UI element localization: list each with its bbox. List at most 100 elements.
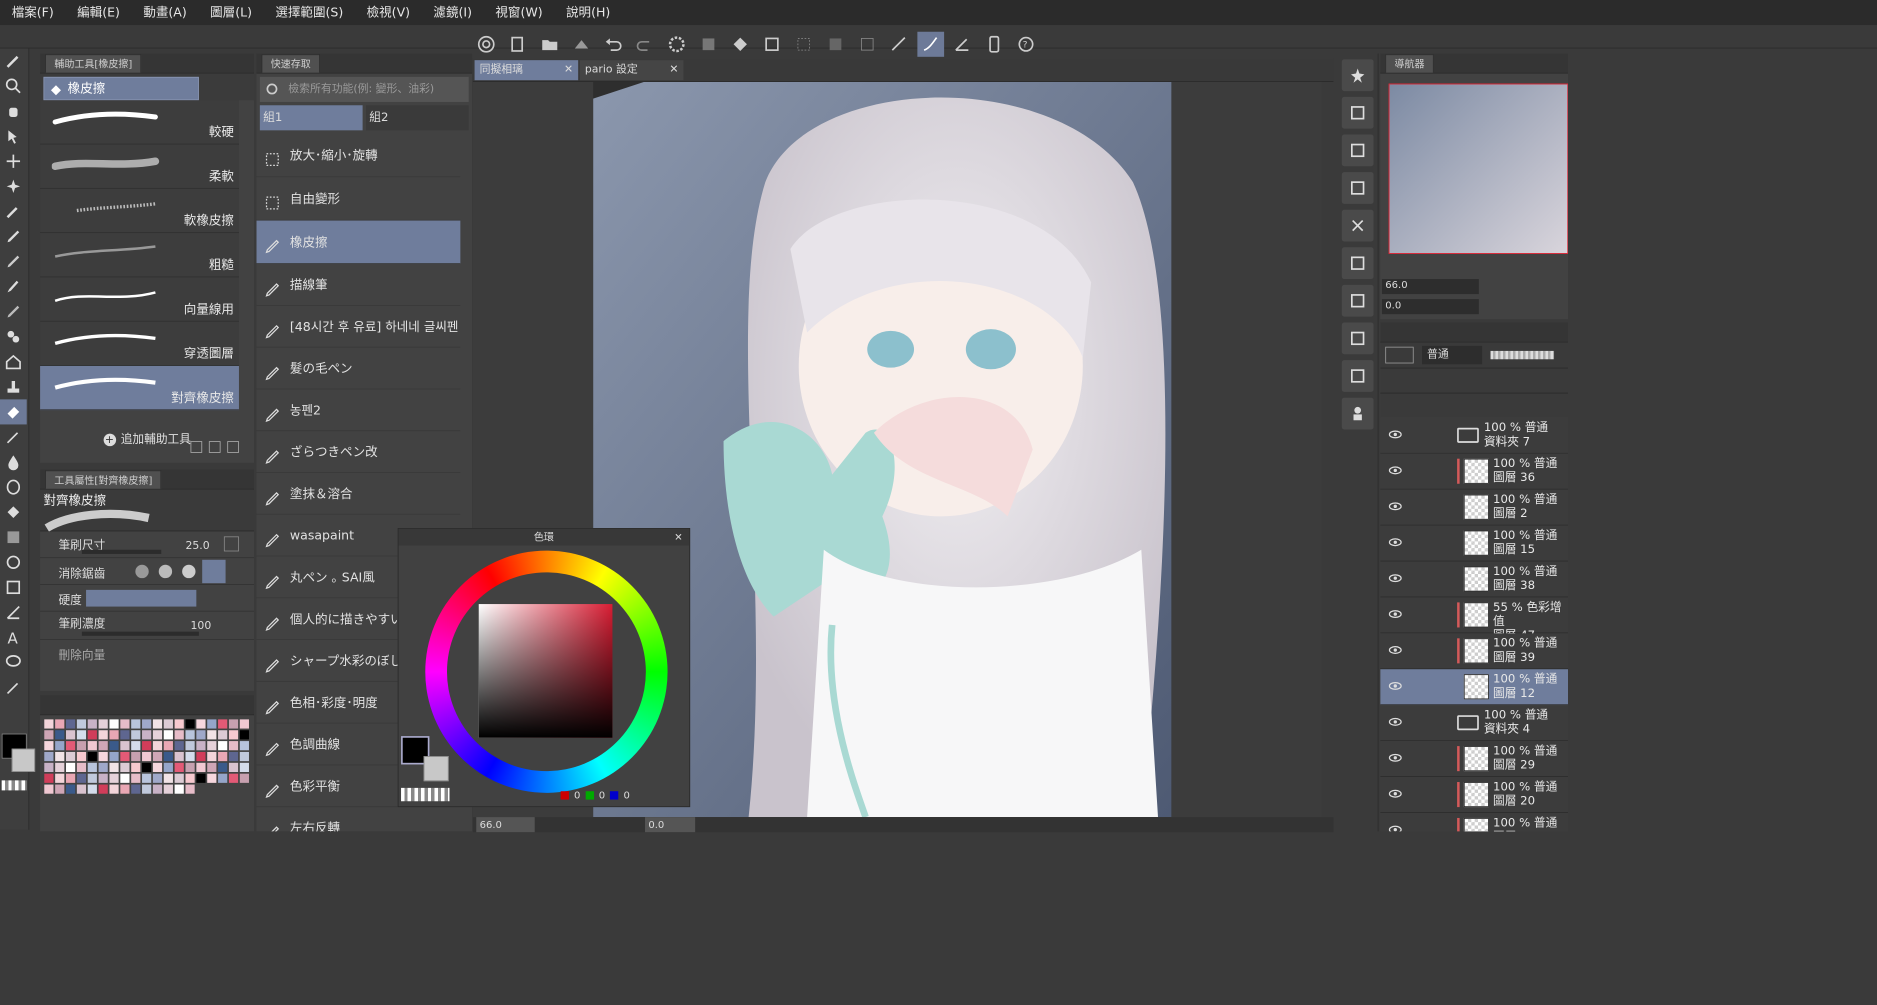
brush-item-rough[interactable]: 粗糙 (40, 233, 239, 278)
clear-icon[interactable] (695, 32, 722, 57)
color-swatch[interactable] (228, 719, 239, 729)
grid-icon[interactable] (1341, 96, 1374, 129)
eye-icon[interactable] (1388, 789, 1402, 799)
eye-icon[interactable] (1388, 429, 1402, 439)
color-swatch[interactable] (163, 751, 173, 762)
close-layer-icon[interactable] (1341, 209, 1374, 242)
color-swatch[interactable] (239, 762, 249, 773)
loading-icon[interactable] (663, 32, 690, 57)
airbrush-icon[interactable] (0, 299, 27, 324)
color-swatch[interactable] (196, 762, 206, 773)
doc-tab-2[interactable]: pario 設定 ✕ (579, 60, 684, 81)
color-swatch[interactable] (185, 762, 195, 773)
color-swatch[interactable] (218, 751, 228, 762)
sub-tool-group[interactable]: 橡皮擦 (43, 76, 199, 101)
color-swatch[interactable] (66, 784, 76, 794)
close-icon[interactable]: ✕ (669, 60, 678, 80)
save-icon[interactable] (568, 32, 595, 57)
eye-icon[interactable] (1388, 537, 1402, 547)
help-icon[interactable]: ? (1013, 32, 1040, 57)
eyedropper-icon[interactable] (0, 199, 27, 224)
layer-row[interactable]: 100 % 普通 圖層 2 (1380, 489, 1569, 526)
color-swatch[interactable] (55, 730, 65, 740)
menu-window[interactable]: 視窗(W) (484, 0, 555, 25)
transparent-swatch[interactable] (1, 780, 27, 791)
stamp-icon[interactable] (0, 374, 27, 399)
color-swatch[interactable] (76, 741, 87, 751)
brush-item-soft-eraser[interactable]: 軟橡皮擦 (40, 188, 239, 234)
open-folder-icon[interactable] (536, 32, 563, 57)
color-swatch[interactable] (76, 751, 87, 762)
color-swatch[interactable] (185, 730, 195, 740)
brush-icon[interactable] (0, 274, 27, 299)
antialias-medium-icon[interactable] (182, 564, 196, 579)
color-swatch[interactable] (152, 751, 163, 762)
opacity-slider[interactable] (1490, 350, 1555, 360)
saturation-value-square[interactable] (478, 604, 613, 738)
person-icon[interactable] (1341, 397, 1374, 430)
quick-access-item[interactable]: 塗抹＆溶合 (256, 473, 461, 515)
ruler-icon[interactable] (886, 32, 913, 57)
vector-icon[interactable] (949, 32, 976, 57)
menu-filter[interactable]: 濾鏡(I) (422, 0, 484, 25)
color-swatch[interactable] (163, 773, 173, 783)
color-swatch[interactable] (228, 773, 239, 783)
color-swatch[interactable] (196, 773, 206, 783)
color-swatch[interactable] (174, 741, 184, 751)
color-swatch[interactable] (76, 719, 87, 729)
color-swatch[interactable] (163, 719, 173, 729)
pen-tool-icon[interactable] (0, 48, 27, 73)
favorite-icon[interactable] (1341, 59, 1374, 92)
color-swatch[interactable] (66, 751, 76, 762)
duplicate-icon[interactable] (208, 441, 221, 453)
color-swatch[interactable] (87, 751, 97, 762)
move-tool-icon[interactable] (0, 149, 27, 174)
color-swatch[interactable] (98, 784, 108, 794)
deselect-icon[interactable] (790, 32, 817, 57)
color-swatch[interactable] (185, 784, 195, 794)
color-swatch[interactable] (131, 730, 141, 740)
color-swatch[interactable] (196, 730, 206, 740)
layer-row[interactable]: 55 % 色彩增值圖層 47 (1380, 597, 1569, 642)
quick-access-item[interactable]: 放大･縮小･旋轉 (256, 134, 461, 178)
layer-row[interactable]: 100 % 普通 圖層 20 (1380, 777, 1569, 813)
color-swatch[interactable] (98, 730, 108, 740)
quick-access-item[interactable]: 橡皮擦 (256, 220, 461, 265)
quick-access-item[interactable]: ざらつきペン改 (256, 431, 461, 473)
close-icon[interactable]: ✕ (674, 529, 682, 546)
antialias-strong-icon[interactable] (202, 559, 226, 584)
color-swatch[interactable] (98, 719, 108, 729)
layer-row[interactable]: 100 % 普通 圖層 29 (1380, 741, 1569, 778)
fill-icon[interactable] (727, 32, 754, 57)
menu-view[interactable]: 檢視(V) (355, 0, 422, 25)
sub-tool-tab[interactable]: 輔助工具[橡皮擦] (45, 53, 142, 73)
color-swatch[interactable] (131, 784, 141, 794)
new-file-icon[interactable] (505, 32, 532, 57)
invert-icon[interactable] (822, 32, 849, 57)
color-swatch[interactable] (218, 762, 228, 773)
color-swatch[interactable] (120, 741, 130, 751)
color-swatch[interactable] (196, 719, 206, 729)
shape-icon[interactable] (0, 550, 27, 575)
eraser-tool-icon[interactable] (0, 399, 27, 425)
color-swatch[interactable] (44, 730, 54, 740)
color-swatch[interactable] (228, 730, 239, 740)
color-swatch[interactable] (55, 784, 65, 794)
color-swatch[interactable] (163, 730, 173, 740)
correction-line-icon[interactable] (0, 675, 27, 700)
color-swatch[interactable] (207, 719, 217, 729)
eye-icon[interactable] (1388, 501, 1402, 511)
brush-size-dropdown-icon[interactable] (223, 536, 239, 552)
wheel-sub-color[interactable] (423, 756, 449, 782)
color-swatch[interactable] (142, 751, 152, 762)
color-swatch[interactable] (207, 773, 217, 783)
color-swatch[interactable] (174, 773, 184, 783)
table-icon[interactable] (1341, 247, 1374, 280)
gradient-icon[interactable] (0, 525, 27, 550)
color-swatch[interactable] (174, 751, 184, 762)
color-swatch[interactable] (44, 784, 54, 794)
color-swatch[interactable] (218, 730, 228, 740)
density-value[interactable]: 100 (190, 620, 211, 633)
pen-icon[interactable] (0, 224, 27, 249)
density-slider[interactable] (81, 631, 199, 636)
